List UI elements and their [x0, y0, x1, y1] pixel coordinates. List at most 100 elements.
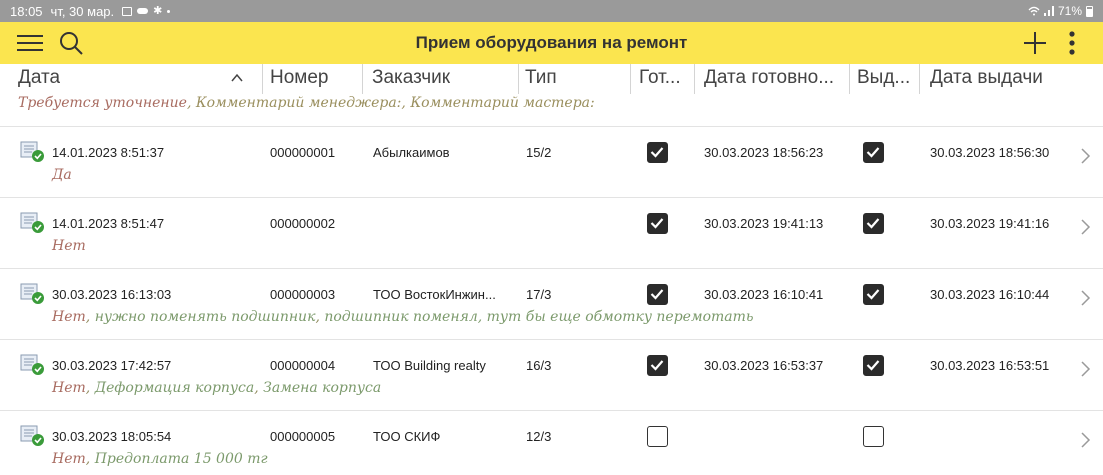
row-clarify: Нет: [52, 309, 86, 325]
column-divider: [362, 64, 363, 94]
column-header-clarify[interactable]: Требуется уточнение: [18, 95, 187, 111]
row-date: 14.01.2023 8:51:37: [52, 145, 165, 160]
row-ready-date: 30.03.2023 18:56:23: [704, 145, 824, 160]
image-notification-icon: [122, 6, 133, 16]
battery-icon: [1086, 5, 1093, 17]
wifi-icon: [1028, 6, 1040, 16]
row-date: 30.03.2023 16:13:03: [52, 287, 172, 302]
sort-ascending-icon[interactable]: [230, 71, 244, 85]
issued-checkbox[interactable]: [863, 355, 884, 376]
more-notifications-icon: [167, 9, 171, 13]
comment-separator: ,: [85, 380, 95, 396]
document-posted-icon: [20, 425, 44, 446]
column-header-ready[interactable]: Гот...: [639, 64, 691, 94]
row-number: 000000005: [270, 429, 336, 444]
comment-separator: ,: [315, 309, 325, 325]
row-customer: Абылкаимов: [373, 145, 450, 160]
issued-checkbox[interactable]: [863, 426, 884, 447]
kebab-menu-icon: [1069, 31, 1075, 55]
row-master-comment: подшипник поменял, тут бы еще обмотку пе…: [324, 309, 754, 325]
row-manager-comment: нужно поменять подшипник: [94, 309, 316, 325]
ready-checkbox[interactable]: [647, 284, 668, 305]
row-issue-date: 30.03.2023 16:10:44: [930, 287, 1050, 302]
issued-checkbox[interactable]: [863, 213, 884, 234]
column-header-number[interactable]: Номер: [270, 64, 328, 94]
issued-checkbox[interactable]: [863, 142, 884, 163]
row-type: 12/3: [526, 429, 552, 444]
hamburger-icon: [17, 35, 43, 51]
table-row[interactable]: 14.01.2023 8:51:47 000000002 30.03.2023 19…: [0, 197, 1103, 268]
row-master-comment: Замена корпуса: [263, 380, 382, 396]
checkmark-icon: [866, 218, 880, 229]
column-header-ready-date[interactable]: Дата готовно...: [704, 64, 844, 94]
table-header: Дата Номер Заказчик Тип Гот... Дата гото…: [0, 64, 1103, 94]
settings-icon: ✱: [153, 4, 163, 17]
column-header-master-comment[interactable]: Комментарий мастера:: [410, 95, 594, 111]
search-icon: [60, 32, 83, 55]
chevron-right-icon[interactable]: [1079, 218, 1091, 236]
row-number: 000000001: [270, 145, 336, 160]
row-customer: ТОО СКИФ: [373, 429, 441, 444]
row-type: 17/3: [526, 287, 552, 302]
column-header-date[interactable]: Дата: [18, 64, 60, 94]
column-divider: [919, 64, 920, 94]
row-comments: Нет, Деформация корпуса, Замена корпуса: [52, 380, 381, 396]
row-comments: Да: [52, 167, 72, 183]
column-header-issue-date[interactable]: Дата выдачи: [930, 64, 1043, 94]
ready-checkbox[interactable]: [647, 213, 668, 234]
table-row[interactable]: 30.03.2023 18:05:54 000000005 ТОО СКИФ 12/3…: [0, 410, 1103, 475]
cloud-icon: [137, 8, 149, 14]
column-divider: [262, 64, 263, 94]
page-title: Прием оборудования на ремонт: [415, 33, 688, 52]
table-row[interactable]: 30.03.2023 17:42:57 000000004 ТОО Building…: [0, 339, 1103, 410]
row-comments: Нет: [52, 238, 86, 254]
row-type: 15/2: [526, 145, 552, 160]
row-manager-comment: Деформация корпуса: [94, 380, 255, 396]
ready-checkbox[interactable]: [647, 142, 668, 163]
chevron-right-icon[interactable]: [1079, 431, 1091, 449]
plus-icon: [1024, 32, 1046, 54]
row-date: 30.03.2023 18:05:54: [52, 429, 172, 444]
table-row[interactable]: 14.01.2023 8:51:37 000000001 Абылкаимов 15/…: [0, 126, 1103, 197]
more-options-button[interactable]: [1060, 22, 1084, 64]
ready-checkbox[interactable]: [647, 426, 668, 447]
row-issue-date: 30.03.2023 16:53:51: [930, 358, 1050, 373]
chevron-right-icon[interactable]: [1079, 147, 1091, 165]
add-button[interactable]: [1020, 22, 1050, 64]
chevron-right-icon[interactable]: [1079, 289, 1091, 307]
row-ready-date: 30.03.2023 16:10:41: [704, 287, 824, 302]
row-date: 14.01.2023 8:51:47: [52, 216, 165, 231]
row-issue-date: 30.03.2023 18:56:30: [930, 145, 1050, 160]
row-ready-date: 30.03.2023 19:41:13: [704, 216, 824, 231]
column-header-manager-comment[interactable]: Комментарий менеджера:: [196, 95, 402, 111]
checkmark-icon: [650, 289, 664, 300]
row-number: 000000004: [270, 358, 336, 373]
column-header-issued[interactable]: Выд...: [857, 64, 913, 94]
row-clarify: Нет: [52, 238, 86, 254]
table-row[interactable]: 30.03.2023 16:13:03 000000003 ТОО ВостокИн…: [0, 268, 1103, 339]
comment-separator: ,: [85, 451, 95, 467]
row-comments: Нет, Предоплата 15 000 тг: [52, 451, 268, 467]
comment-columns-header: Требуется уточнение, Комментарий менедже…: [18, 95, 595, 111]
column-header-type[interactable]: Тип: [525, 64, 557, 94]
document-posted-icon: [20, 354, 44, 375]
app-toolbar: Прием оборудования на ремонт: [0, 22, 1103, 64]
checkmark-icon: [650, 360, 664, 371]
battery-percent: 71%: [1057, 4, 1082, 18]
row-number: 000000002: [270, 216, 336, 231]
menu-button[interactable]: [16, 22, 44, 64]
chevron-right-icon[interactable]: [1079, 360, 1091, 378]
column-header-customer[interactable]: Заказчик: [372, 64, 450, 94]
document-posted-icon: [20, 283, 44, 304]
status-bar: 18:05 чт, 30 мар. ✱ 71%: [0, 0, 1103, 22]
row-comments: Нет, нужно поменять подшипник, подшипник…: [52, 309, 754, 325]
ready-checkbox[interactable]: [647, 355, 668, 376]
row-customer: ТОО ВостокИнжин...: [373, 287, 496, 302]
column-divider: [694, 64, 695, 94]
comment-separator: ,: [85, 309, 95, 325]
issued-checkbox[interactable]: [863, 284, 884, 305]
status-time: 18:05: [10, 3, 43, 19]
search-button[interactable]: [56, 22, 86, 64]
column-divider: [630, 64, 631, 94]
row-clarify: Нет: [52, 451, 86, 467]
